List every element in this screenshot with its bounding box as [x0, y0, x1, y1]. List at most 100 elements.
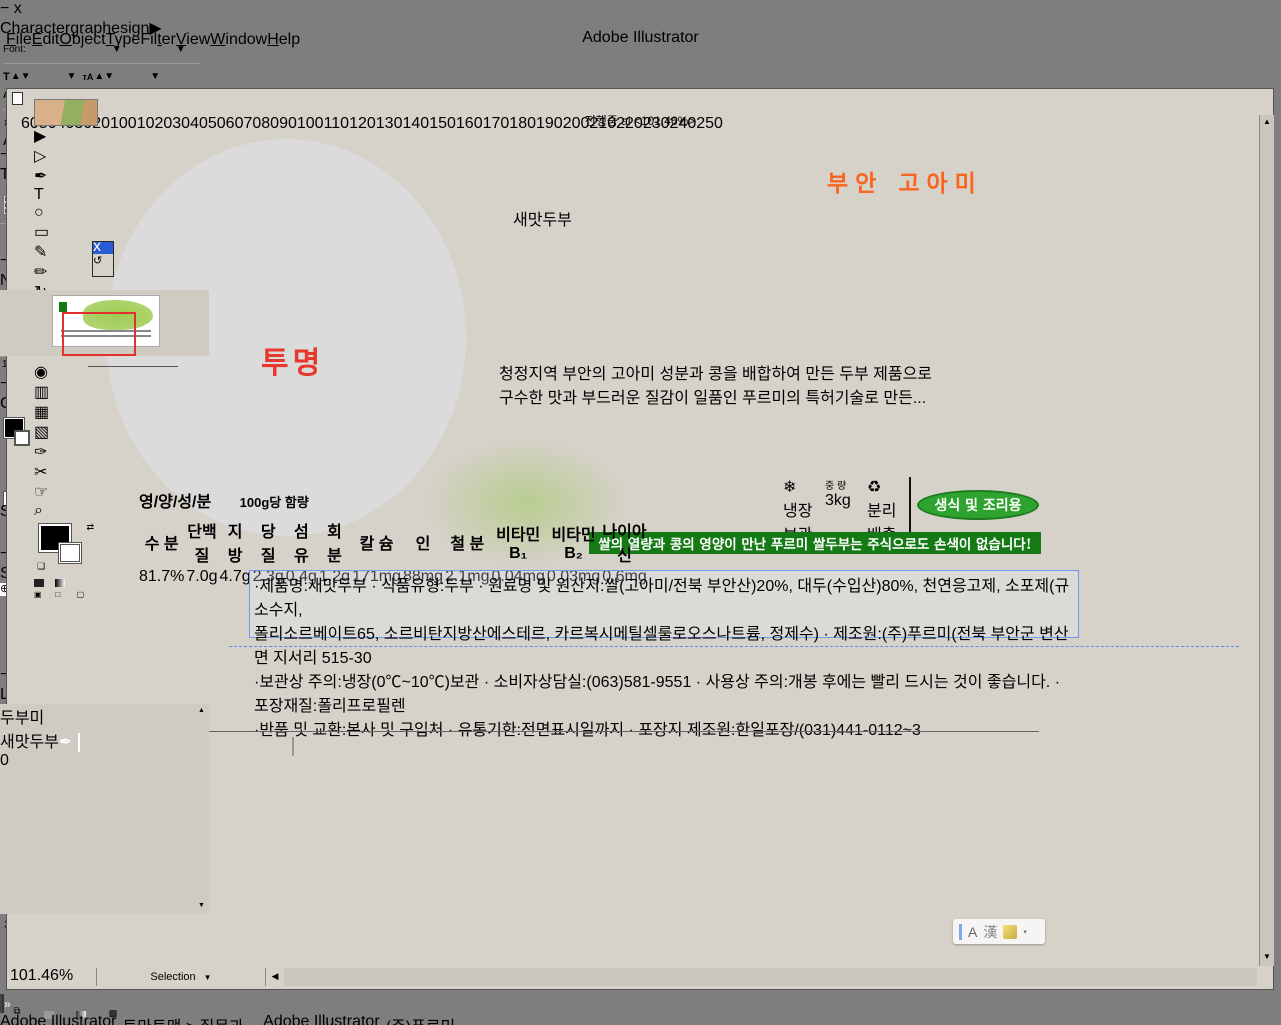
ruler-origin-box[interactable] [8, 115, 21, 128]
ime-mode-english[interactable]: A [968, 924, 977, 940]
color-mode-button[interactable] [34, 574, 55, 590]
document-titlebar[interactable]: 진행중.ai <101,46%> [8, 90, 1272, 113]
app-titlebar-tab[interactable] [10, 7, 96, 29]
default-fill-stroke-icon[interactable]: ❏ [37, 561, 45, 572]
quicklaunch-overflow-chevron[interactable]: » [4, 997, 11, 1011]
nutrition-header: 지 방 [220, 518, 251, 566]
pen-tool[interactable]: ✒ [34, 166, 98, 186]
rectangle-tool[interactable]: ▭ [34, 222, 98, 242]
font-size-field[interactable] [32, 69, 66, 84]
product-info-line: ·제품명:새맛두부 · 식품유형:두부 · 원료명 및 원산지:쌀(고아미/전북… [254, 572, 1074, 620]
ime-mode-hanja[interactable]: 漢 [983, 922, 997, 942]
menu-file[interactable]: File [6, 31, 32, 48]
gradient-mesh-tool[interactable]: ▦ [34, 402, 98, 422]
nutrition-title: 영/양/성/분 100g당 함량 [139, 488, 309, 512]
navigator-viewbox[interactable] [62, 312, 136, 356]
scrollbar-thumb[interactable] [1260, 132, 1274, 172]
ime-options-icon[interactable]: ▾ [1023, 928, 1027, 936]
horizontal-scrollbar[interactable] [284, 968, 1257, 986]
scroll-up-button[interactable]: ▲ [1260, 115, 1274, 131]
fullscreen-menu-button[interactable]: □ [55, 590, 76, 605]
product-description-text[interactable]: 청정지역 부안의 고아미 성분과 콩을 배합하여 만든 두부 제품으로 구수한 … [499, 360, 1059, 408]
taskbar-button-adobe-illustrator[interactable]: Adobe Illustrator [0, 1013, 117, 1025]
taskbar-button-토마토맥-질문과-[interactable]: 토마토맥 > 질문과... [123, 1013, 258, 1025]
fill-stroke-control[interactable]: ⇄ ❏ [34, 520, 98, 574]
direct-selection-tool[interactable]: ▷ [34, 146, 98, 166]
zoom-slider[interactable] [86, 359, 180, 374]
hand-tool[interactable]: ☞ [34, 482, 98, 502]
horizontal-ruler[interactable]: 6050403020100102030405060708090100110120… [21, 115, 1259, 128]
product-title-text[interactable]: 새맛두부 [513, 206, 572, 230]
scroll-up-button[interactable]: ▲ [195, 705, 208, 718]
nutrition-header: 수 분 [139, 518, 184, 566]
nutrition-header: 비타민B₁ [492, 518, 545, 566]
menu-view[interactable]: View [176, 31, 210, 48]
selection-tool[interactable]: ▶ [34, 126, 98, 146]
gradient-tool[interactable]: ▧ [34, 422, 98, 442]
none-mode-button[interactable] [77, 574, 98, 590]
taskbar-button-label: 토마토맥 > 질문과... [123, 1019, 258, 1025]
leading-stepper[interactable]: ▲▼ [94, 71, 114, 82]
transparent-label[interactable]: 투명 [261, 338, 324, 382]
usage-badge[interactable]: 생식 및 조리용 [917, 490, 1039, 520]
fullscreen-button[interactable]: ▢ [77, 590, 98, 605]
menu-edit[interactable]: Edit [32, 31, 60, 48]
paintbrush-tool[interactable]: ✎ [34, 242, 98, 262]
vertical-scrollbar[interactable]: ▲ ▼ [1259, 115, 1274, 966]
taskbar-button-label: Adobe Illustrator [263, 1013, 380, 1025]
menu-filter[interactable]: Filter [140, 31, 176, 48]
color-bar-swatch[interactable] [292, 737, 294, 756]
scroll-down-button[interactable]: ▼ [195, 900, 208, 913]
ime-language-bar[interactable]: A 漢 ▾ [953, 919, 1045, 944]
layer-row-0[interactable]: 0 [0, 752, 209, 770]
nutrition-value: 4.7g [220, 568, 251, 586]
scroll-down-button[interactable]: ▼ [1260, 950, 1274, 966]
ime-tools-icon[interactable] [1003, 925, 1017, 939]
leading-field[interactable] [115, 69, 149, 84]
pencil-tool[interactable]: ✏ [34, 262, 98, 282]
statusbar-mode-dropdown[interactable]: Selection▼ [96, 968, 266, 986]
eyedropper-tool[interactable]: ✑ [34, 442, 98, 462]
taskbar-button-adobe-illustrator[interactable]: Adobe Illustrator [263, 1013, 380, 1025]
statusbar-zoom-field[interactable]: 101.46% [10, 968, 96, 986]
ellipse-tool[interactable]: ○ [34, 204, 98, 222]
chevron-down-icon[interactable]: ▼ [67, 71, 77, 82]
swap-fill-stroke-icon[interactable]: ⇄ [86, 522, 94, 533]
stroke-color-box[interactable] [58, 542, 82, 564]
layers-palette: − x LayersActionsLinks▶ ▲ ▼ 두부미새맛두부✒0 3 … [0, 666, 209, 937]
region-tag-text[interactable]: 부안 고아미 [827, 164, 983, 198]
graph-tool[interactable]: ▥ [34, 382, 98, 402]
chevron-down-icon[interactable]: ▼ [150, 71, 160, 82]
doc-minimize-button[interactable] [1200, 93, 1216, 109]
standard-screen-button[interactable]: ▣ [34, 590, 55, 605]
tearoff-tool-palette: x ↺ [92, 241, 114, 277]
menubar: FileEditObjectTypeFilterViewWindowHelp [6, 31, 1275, 54]
menu-window[interactable]: Window [210, 31, 267, 48]
slogan-banner[interactable]: 쌀의 열량과 콩의 영양이 만난 푸르미 쌀두부는 주식으로도 손색이 없습니다… [589, 532, 1041, 554]
ime-grip[interactable] [959, 924, 962, 940]
taskbar-button-label: Adobe Illustrator [0, 1013, 117, 1025]
product-info-textblock[interactable]: ·제품명:새맛두부 · 식품유형:두부 · 원료명 및 원산지:쌀(고아미/전북… [249, 570, 1079, 638]
type-tool[interactable]: T [34, 186, 98, 204]
menu-help[interactable]: Help [267, 31, 300, 48]
tearoff-close-button[interactable]: x [93, 242, 113, 254]
print-color-bar[interactable] [292, 738, 896, 766]
taskbar-button--주-푸르미[interactable]: (주)푸르미 [386, 1013, 456, 1025]
fill-stroke-indicator[interactable] [2, 416, 38, 488]
twirl-tool[interactable]: ↺ [93, 254, 113, 276]
zoom-tool[interactable]: ⌕ [34, 502, 98, 520]
font-size-stepper[interactable]: ▲▼ [11, 71, 31, 82]
doc-maximize-button[interactable] [1221, 93, 1237, 109]
chevron-down-icon: ▼ [204, 973, 212, 982]
layer-row-두부미[interactable]: 두부미 [0, 704, 209, 728]
scroll-left-button[interactable]: ◀ [266, 968, 284, 986]
doc-close-button[interactable] [1242, 93, 1258, 109]
taskbar-button-label: (주)푸르미 [386, 1019, 456, 1025]
menu-object[interactable]: Object [59, 31, 105, 48]
scissors-tool[interactable]: ✂ [34, 462, 98, 482]
navigator-preview[interactable] [0, 290, 209, 356]
layer-row-새맛두부[interactable]: 새맛두부✒ [0, 728, 209, 752]
gradient-mode-button[interactable] [55, 574, 76, 590]
app-titlebar: Adobe Illustrator [6, 5, 1275, 31]
menu-type[interactable]: Type [106, 31, 141, 48]
